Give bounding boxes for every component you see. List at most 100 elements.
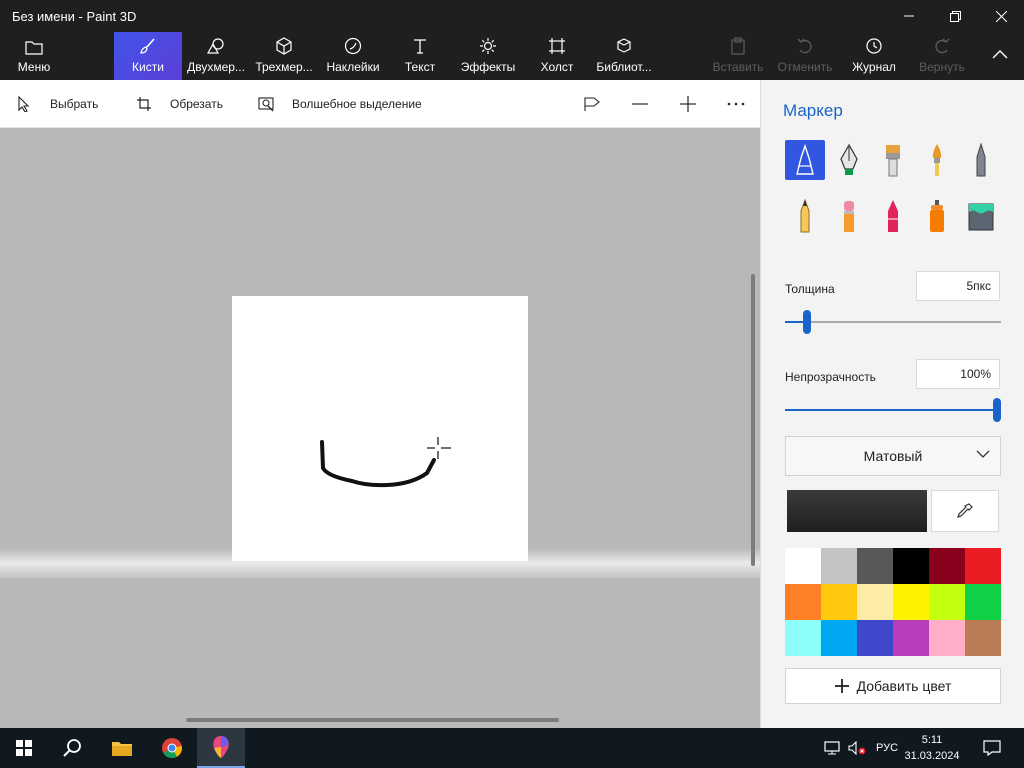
input-language-indicator[interactable]: РУС xyxy=(872,728,902,768)
history-icon xyxy=(866,38,882,54)
palette-swatch[interactable] xyxy=(785,584,821,620)
eraser-button[interactable] xyxy=(829,196,869,236)
opacity-slider-thumb[interactable] xyxy=(993,398,1001,422)
tab-text[interactable]: Текст xyxy=(396,32,444,80)
opacity-input[interactable]: 100% xyxy=(916,359,1000,389)
palette-swatch[interactable] xyxy=(821,584,857,620)
speaker-muted-icon xyxy=(848,741,866,755)
marker-stroke xyxy=(320,440,436,488)
taskbar: РУС 5:11 31.03.2024 xyxy=(0,728,1024,768)
crop-button[interactable]: Обрезать xyxy=(136,80,223,128)
paint3d-taskbar-button[interactable] xyxy=(197,728,245,768)
marker-icon xyxy=(796,144,814,175)
palette-swatch[interactable] xyxy=(857,620,893,656)
palette-swatch[interactable] xyxy=(929,584,965,620)
windows-logo-icon xyxy=(16,740,32,756)
magic-select-icon xyxy=(258,97,274,112)
menu-button[interactable]: Меню xyxy=(0,32,68,80)
file-explorer-button[interactable] xyxy=(98,728,146,768)
palette-swatch[interactable] xyxy=(857,548,893,584)
more-options-button[interactable] xyxy=(726,94,746,114)
maximize-button[interactable] xyxy=(932,0,978,32)
crop-icon xyxy=(137,97,151,111)
collapse-ribbon-button[interactable] xyxy=(980,32,1020,80)
current-color-swatch[interactable] xyxy=(787,490,927,532)
minimize-icon xyxy=(904,15,914,17)
view-3d-button[interactable] xyxy=(582,94,602,114)
calligraphy-pen-button[interactable] xyxy=(829,140,869,180)
paste-button[interactable]: Вставить xyxy=(712,32,764,80)
finish-dropdown-value: Матовый xyxy=(863,448,923,464)
start-button[interactable] xyxy=(0,728,48,768)
palette-swatch[interactable] xyxy=(821,548,857,584)
search-icon xyxy=(63,739,81,757)
palette-swatch[interactable] xyxy=(893,620,929,656)
undo-button[interactable]: Отменить xyxy=(776,32,834,80)
tab-2d-shapes[interactable]: Двухмер... xyxy=(184,32,248,80)
drawing-canvas[interactable] xyxy=(232,296,528,561)
palette-swatch[interactable] xyxy=(965,548,1001,584)
fill-bucket-button[interactable] xyxy=(961,196,1001,236)
palette-swatch[interactable] xyxy=(965,620,1001,656)
tab-brushes[interactable]: Кисти xyxy=(114,32,182,80)
palette-swatch[interactable] xyxy=(893,584,929,620)
add-color-button[interactable]: Добавить цвет xyxy=(785,668,1001,704)
system-clock[interactable]: 5:11 31.03.2024 xyxy=(903,732,961,764)
pixel-pen-icon xyxy=(976,143,986,177)
tab-canvas[interactable]: Холст xyxy=(534,32,580,80)
spray-can-button[interactable] xyxy=(917,196,957,236)
marker-brush-button[interactable] xyxy=(785,140,825,180)
pencil-icon xyxy=(800,199,810,233)
spray-can-icon xyxy=(930,200,944,232)
tab-stickers[interactable]: Наклейки xyxy=(322,32,384,80)
zoom-in-button[interactable] xyxy=(678,94,698,114)
chrome-icon xyxy=(162,738,183,759)
history-button[interactable]: Журнал xyxy=(848,32,900,80)
network-wired-icon xyxy=(824,741,840,755)
vertical-scrollbar[interactable] xyxy=(751,274,755,566)
opacity-slider[interactable] xyxy=(785,398,1001,422)
crosshair-cursor-icon xyxy=(427,437,451,459)
thickness-slider-thumb[interactable] xyxy=(803,310,812,334)
search-button[interactable] xyxy=(48,728,96,768)
palette-swatch[interactable] xyxy=(857,584,893,620)
folder-icon xyxy=(25,41,43,55)
palette-swatch[interactable] xyxy=(785,620,821,656)
minimize-button[interactable] xyxy=(886,0,932,32)
palette-swatch[interactable] xyxy=(785,548,821,584)
finish-dropdown[interactable]: Матовый xyxy=(785,436,1001,476)
brush-icon xyxy=(140,38,155,54)
tab-3d-shapes[interactable]: Трехмер... xyxy=(252,32,316,80)
redo-button[interactable]: Вернуть xyxy=(914,32,970,80)
pixel-pen-button[interactable] xyxy=(961,140,1001,180)
title-bar: Без имени - Paint 3D xyxy=(0,0,1024,32)
pencil-button[interactable] xyxy=(785,196,825,236)
palette-swatch[interactable] xyxy=(821,620,857,656)
action-center-button[interactable] xyxy=(978,728,1006,768)
zoom-out-button[interactable] xyxy=(630,94,650,114)
color-palette xyxy=(785,548,1001,656)
close-button[interactable] xyxy=(978,0,1024,32)
volume-muted-icon[interactable] xyxy=(846,728,868,768)
clock-time: 5:11 xyxy=(921,734,943,746)
tab-effects[interactable]: Эффекты xyxy=(458,32,518,80)
thickness-slider[interactable] xyxy=(785,310,1001,334)
sticker-icon xyxy=(344,37,362,55)
network-icon[interactable] xyxy=(820,728,844,768)
select-button[interactable]: Выбрать xyxy=(16,80,98,128)
crayon-button[interactable] xyxy=(873,196,913,236)
palette-swatch[interactable] xyxy=(893,548,929,584)
palette-swatch[interactable] xyxy=(965,584,1001,620)
watercolor-button[interactable] xyxy=(917,140,957,180)
thickness-input[interactable]: 5пкс xyxy=(916,271,1000,301)
horizontal-scrollbar[interactable] xyxy=(186,718,559,722)
oil-brush-button[interactable] xyxy=(873,140,913,180)
workspace[interactable] xyxy=(0,128,760,728)
palette-swatch[interactable] xyxy=(929,548,965,584)
plus-icon xyxy=(834,679,849,693)
magic-select-button[interactable]: Волшебное выделение xyxy=(258,80,422,128)
palette-swatch[interactable] xyxy=(929,620,965,656)
tab-library[interactable]: Библиот... xyxy=(594,32,654,80)
eyedropper-button[interactable] xyxy=(931,490,999,532)
chrome-button[interactable] xyxy=(148,728,196,768)
